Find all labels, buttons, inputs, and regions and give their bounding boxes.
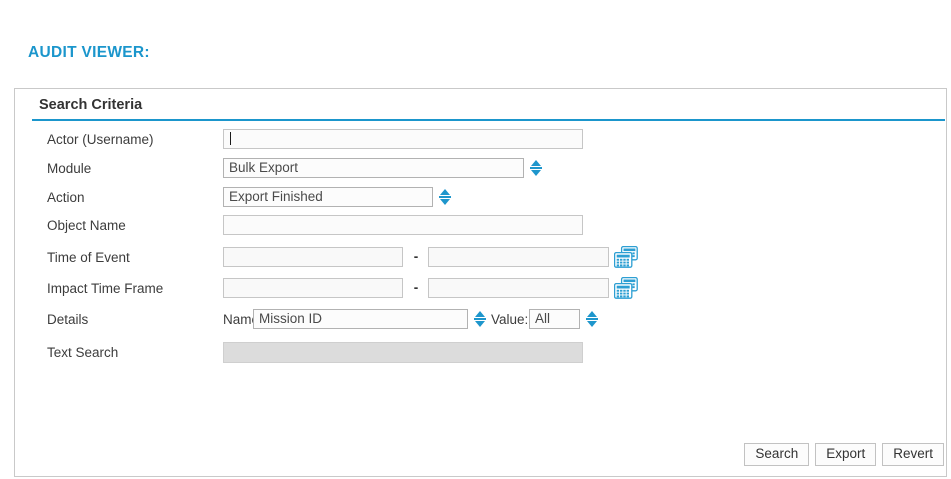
actor-label: Actor (Username)	[47, 132, 154, 147]
details-value-label: Value:	[491, 312, 528, 327]
time-of-event-to-input[interactable]	[428, 247, 609, 267]
details-row: Details Name: Mission ID Value: All	[15, 309, 946, 331]
details-value-select[interactable]: All	[529, 309, 580, 329]
date-range-separator: -	[406, 280, 426, 295]
details-label: Details	[47, 312, 88, 327]
details-value-select-value: All	[535, 311, 550, 326]
revert-button[interactable]: Revert	[882, 443, 944, 466]
module-select-value: Bulk Export	[229, 160, 298, 175]
time-of-event-from-input[interactable]	[223, 247, 403, 267]
actor-username-input[interactable]	[223, 129, 583, 149]
impact-time-frame-from-input[interactable]	[223, 278, 403, 298]
actor-row: Actor (Username)	[15, 129, 946, 151]
search-button[interactable]: Search	[744, 443, 809, 466]
text-search-row: Text Search	[15, 342, 946, 364]
text-search-input-disabled	[223, 342, 583, 363]
object-name-input[interactable]	[223, 215, 583, 235]
spinner-updown-icon[interactable]	[438, 189, 451, 205]
module-label: Module	[47, 161, 91, 176]
calendar-icon[interactable]	[614, 246, 638, 268]
details-name-select-value: Mission ID	[259, 311, 322, 326]
action-row: Action Export Finished	[15, 187, 946, 209]
panel-title: Search Criteria	[39, 97, 142, 113]
module-row: Module Bulk Export	[15, 158, 946, 180]
calendar-icon[interactable]	[614, 277, 638, 299]
action-label: Action	[47, 190, 85, 205]
action-buttons: Search Export Revert	[744, 443, 944, 466]
time-of-event-label: Time of Event	[47, 250, 130, 265]
action-select-value: Export Finished	[229, 189, 323, 204]
module-select[interactable]: Bulk Export	[223, 158, 524, 178]
search-criteria-panel: Search Criteria Actor (Username) Module …	[14, 88, 947, 477]
text-caret	[230, 132, 231, 145]
impact-time-frame-row: Impact Time Frame -	[15, 278, 946, 300]
time-of-event-row: Time of Event -	[15, 247, 946, 269]
page-title: AUDIT VIEWER:	[28, 44, 150, 62]
spinner-updown-icon[interactable]	[529, 160, 542, 176]
spinner-updown-icon[interactable]	[585, 311, 598, 327]
export-button[interactable]: Export	[815, 443, 876, 466]
action-select[interactable]: Export Finished	[223, 187, 433, 207]
date-range-separator: -	[406, 249, 426, 264]
impact-time-frame-label: Impact Time Frame	[47, 281, 163, 296]
text-search-label: Text Search	[47, 345, 118, 360]
object-name-row: Object Name	[15, 215, 946, 237]
spinner-updown-icon[interactable]	[473, 311, 486, 327]
details-name-select[interactable]: Mission ID	[253, 309, 468, 329]
object-name-label: Object Name	[47, 218, 126, 233]
header-divider	[32, 119, 945, 121]
impact-time-frame-to-input[interactable]	[428, 278, 609, 298]
